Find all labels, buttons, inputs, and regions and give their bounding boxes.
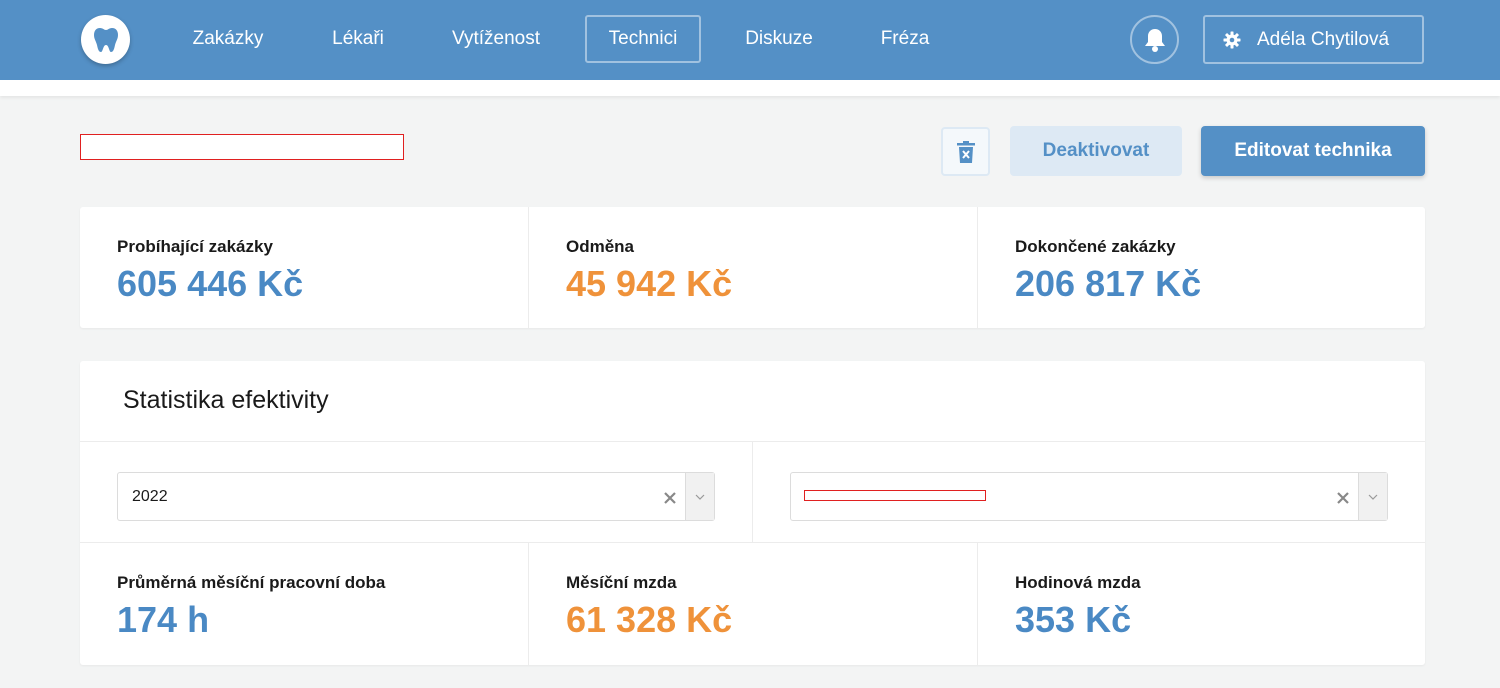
metric-value: 61 328 Kč [566,599,733,640]
stat-value: 206 817 Kč [1015,263,1202,304]
metric-value: 174 h [117,599,210,640]
divider [752,442,753,542]
stat-label: Probíhající zakázky [117,237,273,256]
stat-label: Dokončené zakázky [1015,237,1176,256]
tooth-logo[interactable] [81,15,130,64]
top-navigation: Zakázky Lékaři Vytíženost Technici Disku… [0,0,1500,80]
section-title: Statistika efektivity [123,386,329,414]
stat-reward: Odměna 45 942 Kč [528,207,977,328]
user-name: Adéla Chytilová [1257,28,1390,50]
bell-icon [1144,28,1165,52]
technician-name-redacted [80,134,404,160]
stat-ongoing-orders: Probíhající zakázky 605 446 Kč [80,207,528,328]
metric-value: 353 Kč [1015,599,1132,640]
nav-item-technici[interactable]: Technici [585,15,701,63]
chevron-down-icon[interactable] [1358,473,1387,520]
nav-item-zakazky[interactable]: Zakázky [176,15,280,63]
nav-item-diskuze[interactable]: Diskuze [728,15,830,63]
sub-header-bar [0,80,1500,96]
metric-label: Průměrná měsíční pracovní doba [117,573,386,592]
metric-label: Měsíční mzda [566,573,677,592]
gear-icon [1223,31,1241,49]
stat-label: Odměna [566,237,635,256]
clear-icon[interactable] [661,489,679,507]
tooth-icon [93,27,118,52]
metric-label: Hodinová mzda [1015,573,1141,592]
nav-item-vytizenost[interactable]: Vytíženost [434,15,558,63]
notifications-button[interactable] [1130,15,1179,64]
technician-select[interactable] [790,472,1388,521]
metric-hourly-wage: Hodinová mzda 353 Kč [977,543,1425,665]
nav-item-lekari[interactable]: Lékaři [314,15,402,63]
metric-monthly-wage: Měsíční mzda 61 328 Kč [528,543,977,665]
year-select[interactable]: 2022 [117,472,715,521]
metric-avg-monthly-hours: Průměrná měsíční pracovní doba 174 h [80,543,528,665]
clear-icon[interactable] [1334,489,1352,507]
trash-icon [956,140,975,163]
edit-technician-button[interactable]: Editovat technika [1201,126,1425,176]
technician-select-value-redacted [804,490,986,501]
chevron-down-icon[interactable] [685,473,714,520]
stat-value: 45 942 Kč [566,263,733,304]
financial-stats-card: Probíhající zakázky 605 446 Kč Odměna 45… [80,207,1425,328]
stat-value: 605 446 Kč [117,263,304,304]
efficiency-stats-card: Statistika efektivity 2022 Průměrná měsí… [80,361,1425,665]
stat-completed-orders: Dokončené zakázky 206 817 Kč [977,207,1425,328]
delete-button[interactable] [941,127,990,176]
year-select-value: 2022 [132,488,168,505]
deactivate-button[interactable]: Deaktivovat [1010,126,1182,176]
user-menu-button[interactable]: Adéla Chytilová [1203,15,1424,64]
nav-item-freza[interactable]: Fréza [864,15,946,63]
